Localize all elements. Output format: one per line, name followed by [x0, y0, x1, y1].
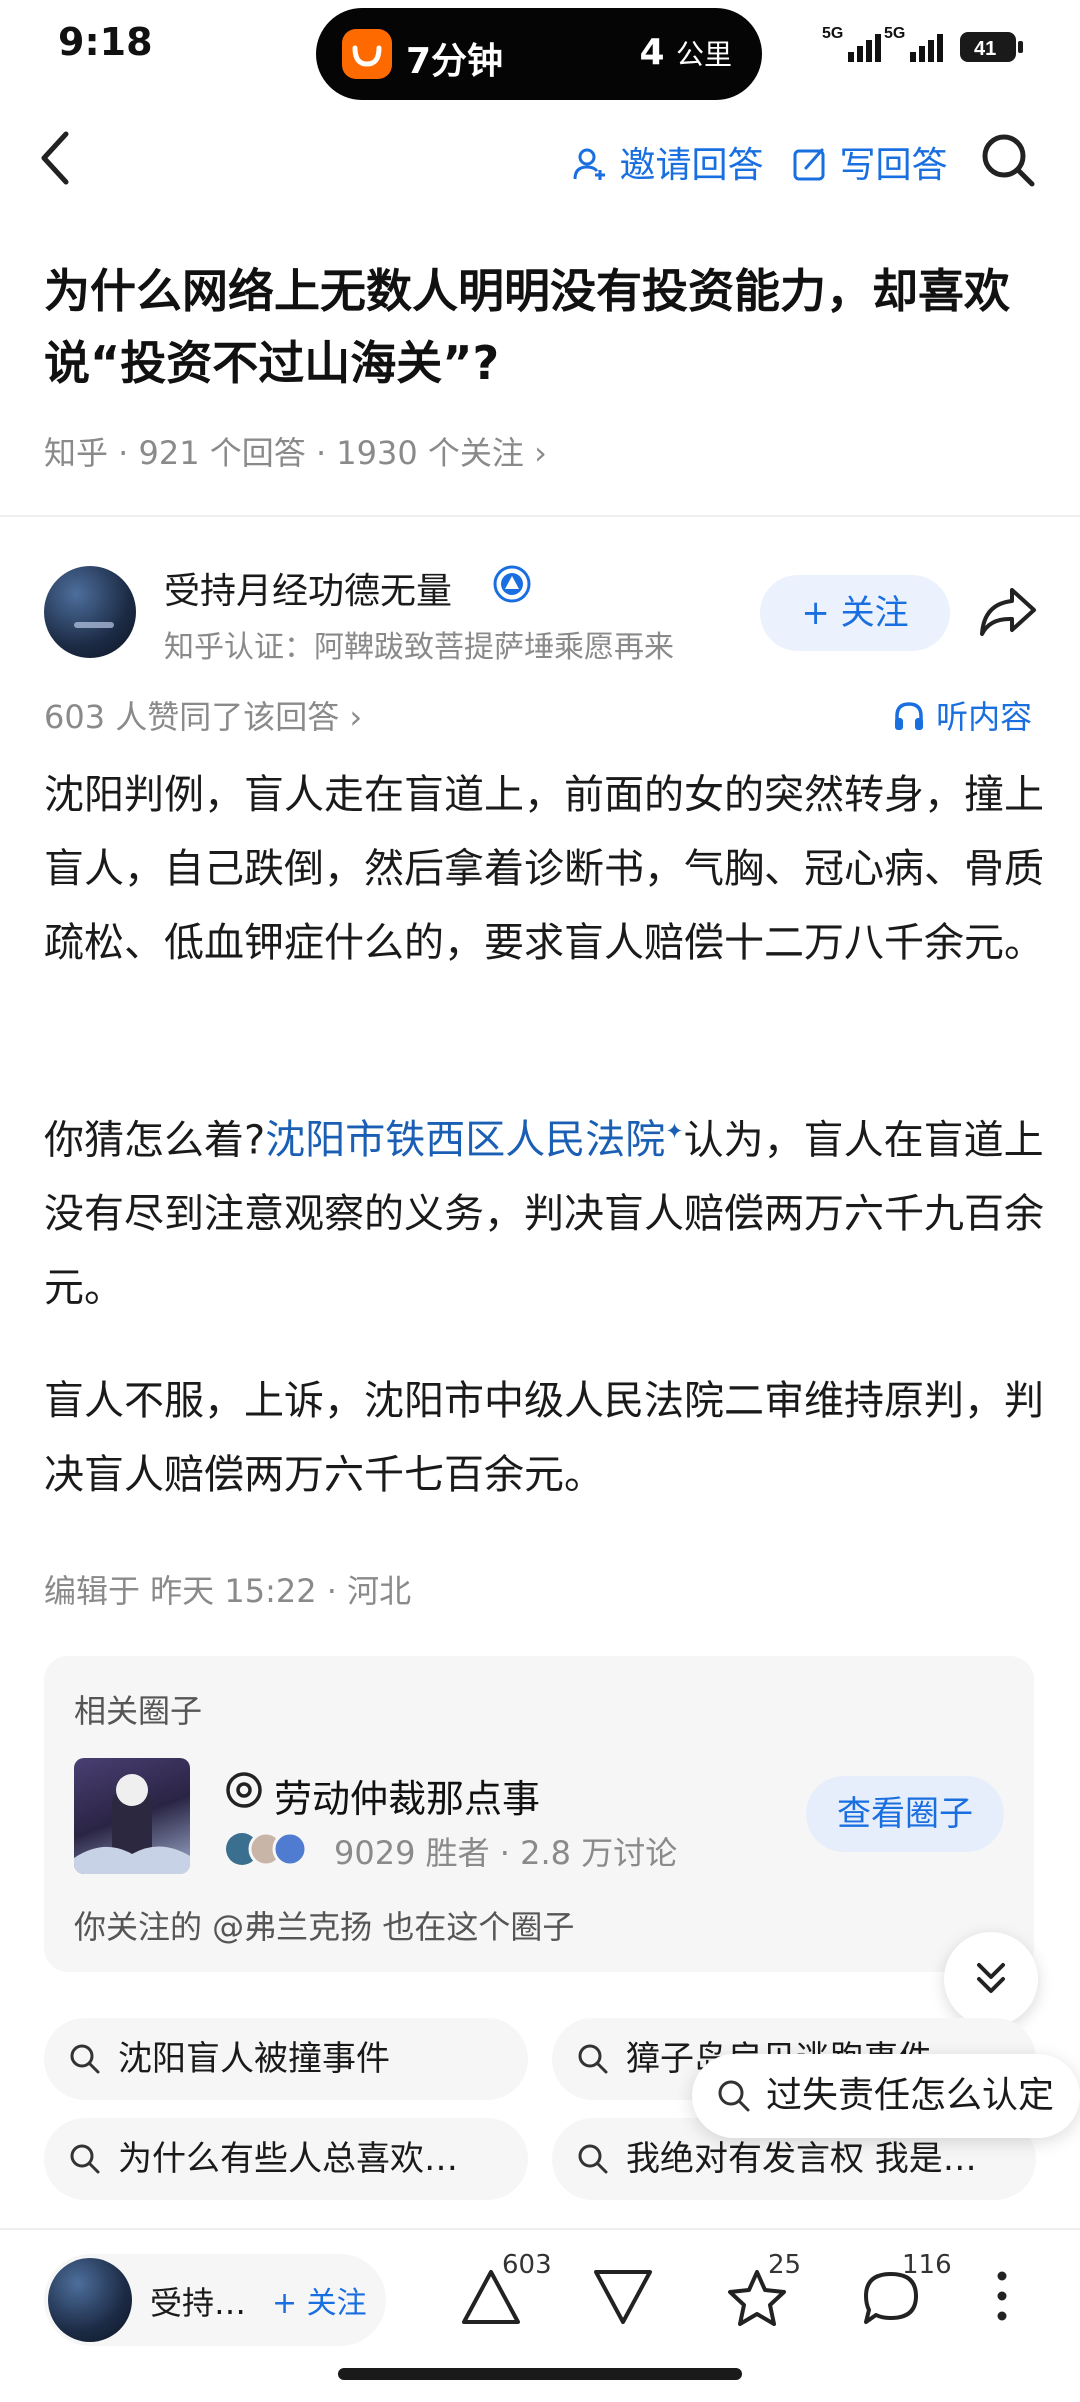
circle-member-avatars — [224, 1828, 324, 1870]
invite-answer-button[interactable]: 邀请回答 — [572, 136, 763, 188]
signal-1-label: 5G — [822, 25, 843, 42]
circle-heading: 相关圈子 — [74, 1692, 203, 1730]
island-distance-value: 4 — [639, 32, 665, 73]
island-eta: 7分钟 — [406, 41, 504, 82]
back-arrow-icon — [41, 131, 69, 185]
bottom-follow-button[interactable]: + 关注 — [272, 2278, 367, 2322]
follow-author-button[interactable]: + 关注 — [760, 575, 950, 651]
search-icon — [982, 134, 1035, 187]
ride-app-icon — [342, 29, 392, 79]
search-button[interactable] — [978, 130, 1038, 194]
edit-pen-icon — [793, 148, 825, 181]
invite-person-icon — [573, 148, 605, 180]
island-distance-unit: 公里 — [675, 38, 732, 71]
bottom-author-name[interactable]: 受持… — [150, 2278, 246, 2324]
related-search-chip[interactable]: 沈阳盲人被撞事件 — [44, 2018, 528, 2100]
answer-paragraph-3: 盲人不服，上诉，沈阳市中级人民法院二审维持原判，判决盲人赔偿两万六千七百余元。 — [44, 1378, 1044, 1498]
upvoters-line[interactable]: 603 人赞同了该回答 › — [44, 692, 362, 738]
bottom-author-pill[interactable]: 受持… + 关注 — [44, 2254, 386, 2346]
write-answer-button[interactable]: 写回答 — [792, 136, 947, 188]
author-name[interactable]: 受持月经功德无量 — [164, 562, 452, 614]
comment-count: 116 — [902, 2250, 952, 2280]
answer-paragraph-1: 沈阳判例，盲人走在盲道上，前面的女的突然转身，撞上盲人，自己跌倒，然后拿着诊断书… — [44, 772, 1044, 966]
question-title[interactable]: 为什么网络上无数人明明没有投资能力，却喜欢说“投资不过山海关”? — [44, 255, 1044, 399]
circle-thumbnail[interactable] — [74, 1758, 190, 1874]
upvote-count: 603 — [502, 2250, 552, 2280]
invite-answer-label: 邀请回答 — [619, 145, 764, 186]
chevron-double-down-icon — [977, 1963, 1005, 1993]
floating-search-chip[interactable]: 过失责任怎么认定 — [692, 2054, 1080, 2138]
write-answer-label: 写回答 — [839, 145, 948, 186]
chip-label: 沈阳盲人被撞事件 — [118, 2039, 390, 2079]
share-arrow-icon — [980, 588, 1036, 636]
search-icon — [578, 2144, 608, 2174]
dynamic-island[interactable]: 7分钟 4 公里 — [316, 8, 762, 100]
related-search-chip[interactable]: 为什么有些人总喜欢… — [44, 2118, 528, 2200]
scroll-down-button[interactable] — [944, 1932, 1038, 2026]
signal-2-label: 5G — [884, 25, 905, 42]
favorite-count: 25 — [768, 2250, 802, 2280]
circle-follow-note: 你关注的 @弗兰克扬 也在这个圈子 — [74, 1908, 575, 1946]
author-avatar[interactable] — [44, 566, 136, 658]
view-circle-button[interactable]: 查看圈子 — [806, 1776, 1004, 1852]
battery-level: 41 — [974, 38, 996, 60]
signal-battery-group: 5G 5G 41 — [822, 22, 1052, 76]
more-vertical-icon — [997, 2271, 1007, 2321]
search-icon — [70, 2044, 100, 2074]
author-verification: 知乎认证：阿鞞跋致菩提萨埵乘愿再来 — [164, 630, 674, 665]
verified-badge-icon — [492, 564, 532, 608]
avatar-detail — [74, 622, 114, 628]
circle-ring-icon — [224, 1770, 264, 1814]
chip-label: 为什么有些人总喜欢… — [118, 2139, 458, 2179]
answer-paragraph-2: 你猜怎么着?沈阳市铁西区人民法院✦认为，盲人在盲道上没有尽到注意观察的义务，判决… — [44, 1096, 1044, 1325]
paragraph-2-prefix: 你猜怎么着? — [44, 1117, 266, 1164]
downvote-button[interactable] — [592, 2268, 654, 2330]
downvote-icon — [594, 2270, 652, 2324]
listen-label: 听内容 — [936, 698, 1033, 736]
circle-stats: 9029 胜者 · 2.8 万讨论 — [334, 1834, 678, 1872]
circle-name[interactable]: 劳动仲裁那点事 — [274, 1768, 540, 1823]
search-icon — [578, 2044, 608, 2074]
island-distance: 4 公里 — [639, 32, 732, 73]
search-icon — [70, 2144, 100, 2174]
bottom-author-avatar[interactable] — [48, 2258, 132, 2342]
headphone-icon — [895, 702, 923, 730]
floating-chip-label: 过失责任怎么认定 — [766, 2075, 1055, 2116]
share-button[interactable] — [976, 584, 1040, 644]
home-indicator[interactable] — [338, 2368, 742, 2380]
divider — [0, 515, 1080, 517]
court-link[interactable]: 沈阳市铁西区人民法院✦ — [265, 1117, 683, 1163]
court-link-mark: ✦ — [665, 1120, 684, 1145]
status-time: 9:18 — [58, 20, 153, 64]
listen-button[interactable]: 听内容 — [892, 692, 1032, 738]
related-circle-card[interactable]: 相关圈子 劳动仲裁那点事 9029 胜者 · 2.8 万讨论 查看圈子 你关注的… — [44, 1656, 1034, 1972]
search-icon — [718, 2080, 750, 2112]
court-link-text: 沈阳市铁西区人民法院 — [265, 1117, 666, 1164]
question-meta[interactable]: 知乎 · 921 个回答 · 1930 个关注 › — [44, 428, 547, 474]
back-button[interactable] — [34, 128, 78, 192]
more-button[interactable] — [990, 2268, 1014, 2328]
edit-info: 编辑于 昨天 15:22 · 河北 — [44, 1572, 412, 1610]
